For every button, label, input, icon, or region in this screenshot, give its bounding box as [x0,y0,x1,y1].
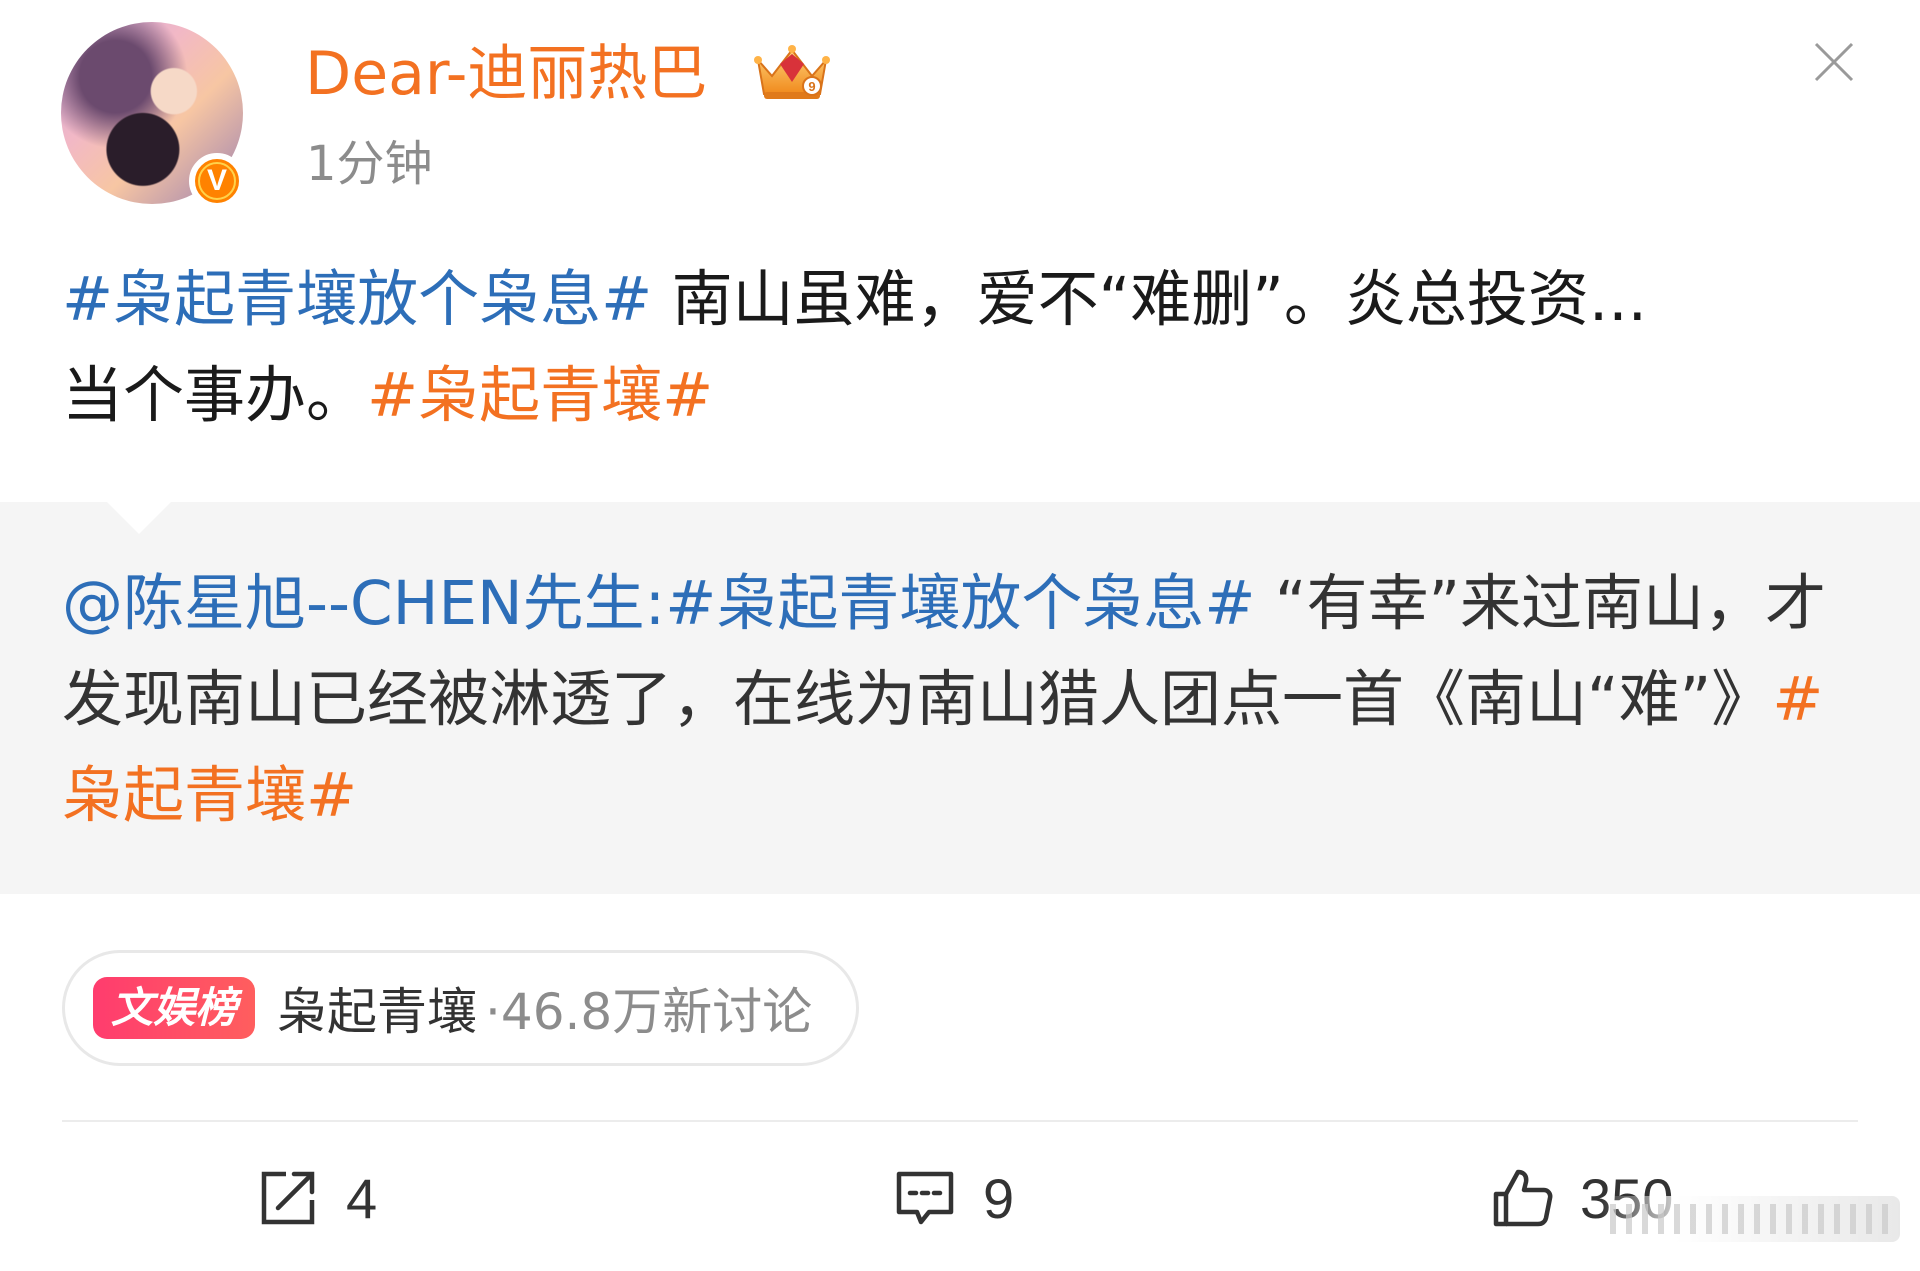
author-name[interactable]: Dear-迪丽热巴 [305,38,707,110]
post-time: 1分钟 [306,136,433,192]
verified-mark: V [206,164,227,197]
topic-discussion-count: ·46.8万新讨论 [485,983,813,1041]
repost-notch [107,502,171,534]
watermark [1600,1196,1900,1242]
post-body-line1: 南山虽难，爱不“难删”。炎总投资... [652,264,1648,335]
comment-icon [896,1171,954,1225]
post-body-line2: 当个事办。 [62,360,368,431]
like-icon [1493,1169,1553,1227]
mention-link[interactable]: @陈星旭--CHEN先生: [62,568,665,639]
topic-name: 枭起青壤 [277,983,478,1041]
repost-count: 4 [346,1166,378,1230]
repost-icon [261,1171,315,1225]
comment-button[interactable]: 9 [893,1162,1014,1234]
hashtag-link[interactable]: #枭起青壤放个枭息# [62,264,652,335]
topic-chip[interactable]: 文娱榜 枭起青壤 ·46.8万新讨论 [62,950,860,1066]
comment-count: 9 [983,1166,1015,1230]
post-text: #枭起青壤放个枭息# 南山虽难，爱不“难删”。炎总投资... 当个事办。#枭起青壤… [62,252,1862,444]
divider [62,1120,1858,1122]
hashtag-link[interactable]: #枭起青壤# [367,360,713,431]
svg-text:9: 9 [808,79,815,94]
repost-text: @陈星旭--CHEN先生:#枭起青壤放个枭息# “有幸”来过南山，才发现南山已经… [62,556,1852,844]
crown-icon[interactable]: 9 [752,42,832,104]
verified-badge-icon: V [189,153,245,209]
topic-rank-label: 文娱榜 [93,977,256,1039]
repost-button[interactable]: 4 [256,1162,377,1234]
hashtag-link[interactable]: #枭起青壤放个枭息# [665,568,1255,639]
close-icon[interactable] [1812,40,1856,84]
